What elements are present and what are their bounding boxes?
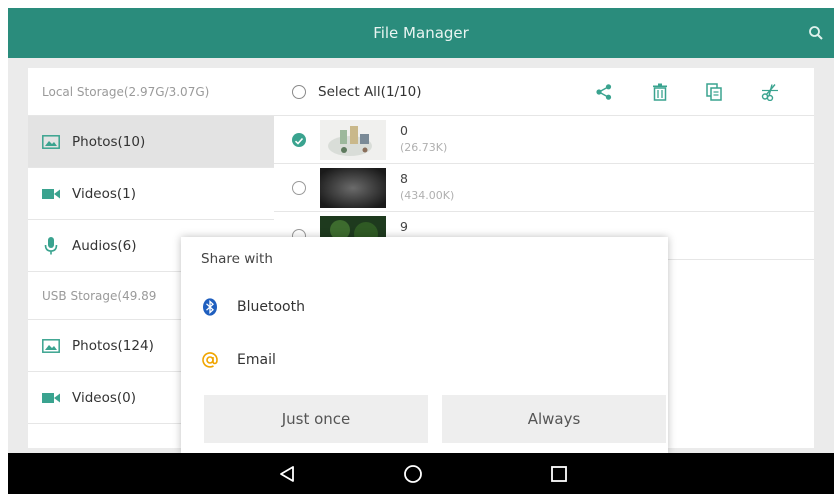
system-nav-bar — [8, 453, 834, 494]
cut-icon[interactable] — [760, 82, 780, 102]
dialog-title: Share with — [201, 251, 273, 267]
image-icon — [42, 338, 60, 354]
sidebar-item-local-photos[interactable]: Photos(10) — [28, 116, 274, 168]
file-thumbnail — [320, 168, 386, 208]
sidebar-item-label: Videos(0) — [72, 389, 136, 406]
file-thumbnail — [320, 120, 386, 160]
sidebar-item-local-videos[interactable]: Videos(1) — [28, 168, 274, 220]
sidebar-item-label: Videos(1) — [72, 185, 136, 202]
select-all-radio[interactable] — [292, 84, 306, 99]
just-once-button[interactable]: Just once — [204, 395, 428, 443]
sidebar-item-label: Photos(124) — [72, 337, 154, 354]
back-triangle-icon[interactable] — [276, 463, 298, 485]
trash-icon[interactable] — [650, 82, 670, 102]
bluetooth-icon — [201, 298, 219, 316]
unchecked-radio[interactable] — [292, 181, 306, 195]
share-option-bluetooth[interactable]: Bluetooth — [201, 295, 305, 319]
copy-icon[interactable] — [704, 82, 724, 102]
video-camera-icon — [42, 186, 60, 202]
share-option-email[interactable]: Email — [201, 348, 276, 372]
app-title: File Manager — [373, 24, 469, 42]
file-name: 0 — [400, 123, 408, 138]
microphone-icon — [42, 236, 60, 254]
home-circle-icon[interactable] — [402, 463, 424, 485]
share-icon[interactable] — [594, 82, 614, 102]
video-camera-icon — [42, 390, 60, 406]
title-bar: File Manager — [8, 8, 834, 58]
file-row-0[interactable]: 0 (26.73K) — [274, 116, 814, 164]
checked-icon[interactable] — [292, 133, 306, 147]
local-storage-header: Local Storage(2.97G/3.07G) — [28, 68, 274, 116]
file-name: 8 — [400, 171, 408, 186]
select-all-label[interactable]: Select All(1/10) — [318, 84, 422, 100]
option-label: Bluetooth — [237, 299, 305, 315]
sidebar-item-label: Photos(10) — [72, 133, 146, 150]
option-label: Email — [237, 352, 276, 368]
screen: File Manager Local Storage(2.97G/3.07G) … — [8, 8, 834, 494]
always-button[interactable]: Always — [442, 395, 666, 443]
at-sign-icon — [201, 351, 219, 369]
image-icon — [42, 134, 60, 150]
share-dialog: Share with Bluetooth Email Just once Alw… — [181, 237, 668, 453]
file-row-8[interactable]: 8 (434.00K) — [274, 164, 814, 212]
file-name: 9 — [400, 219, 408, 234]
file-size: (26.73K) — [400, 141, 448, 154]
search-icon[interactable] — [808, 25, 824, 41]
sidebar-item-label: Audios(6) — [72, 237, 137, 254]
recents-square-icon[interactable] — [548, 463, 570, 485]
selection-toolbar: Select All(1/10) — [274, 68, 814, 116]
file-size: (434.00K) — [400, 189, 455, 202]
